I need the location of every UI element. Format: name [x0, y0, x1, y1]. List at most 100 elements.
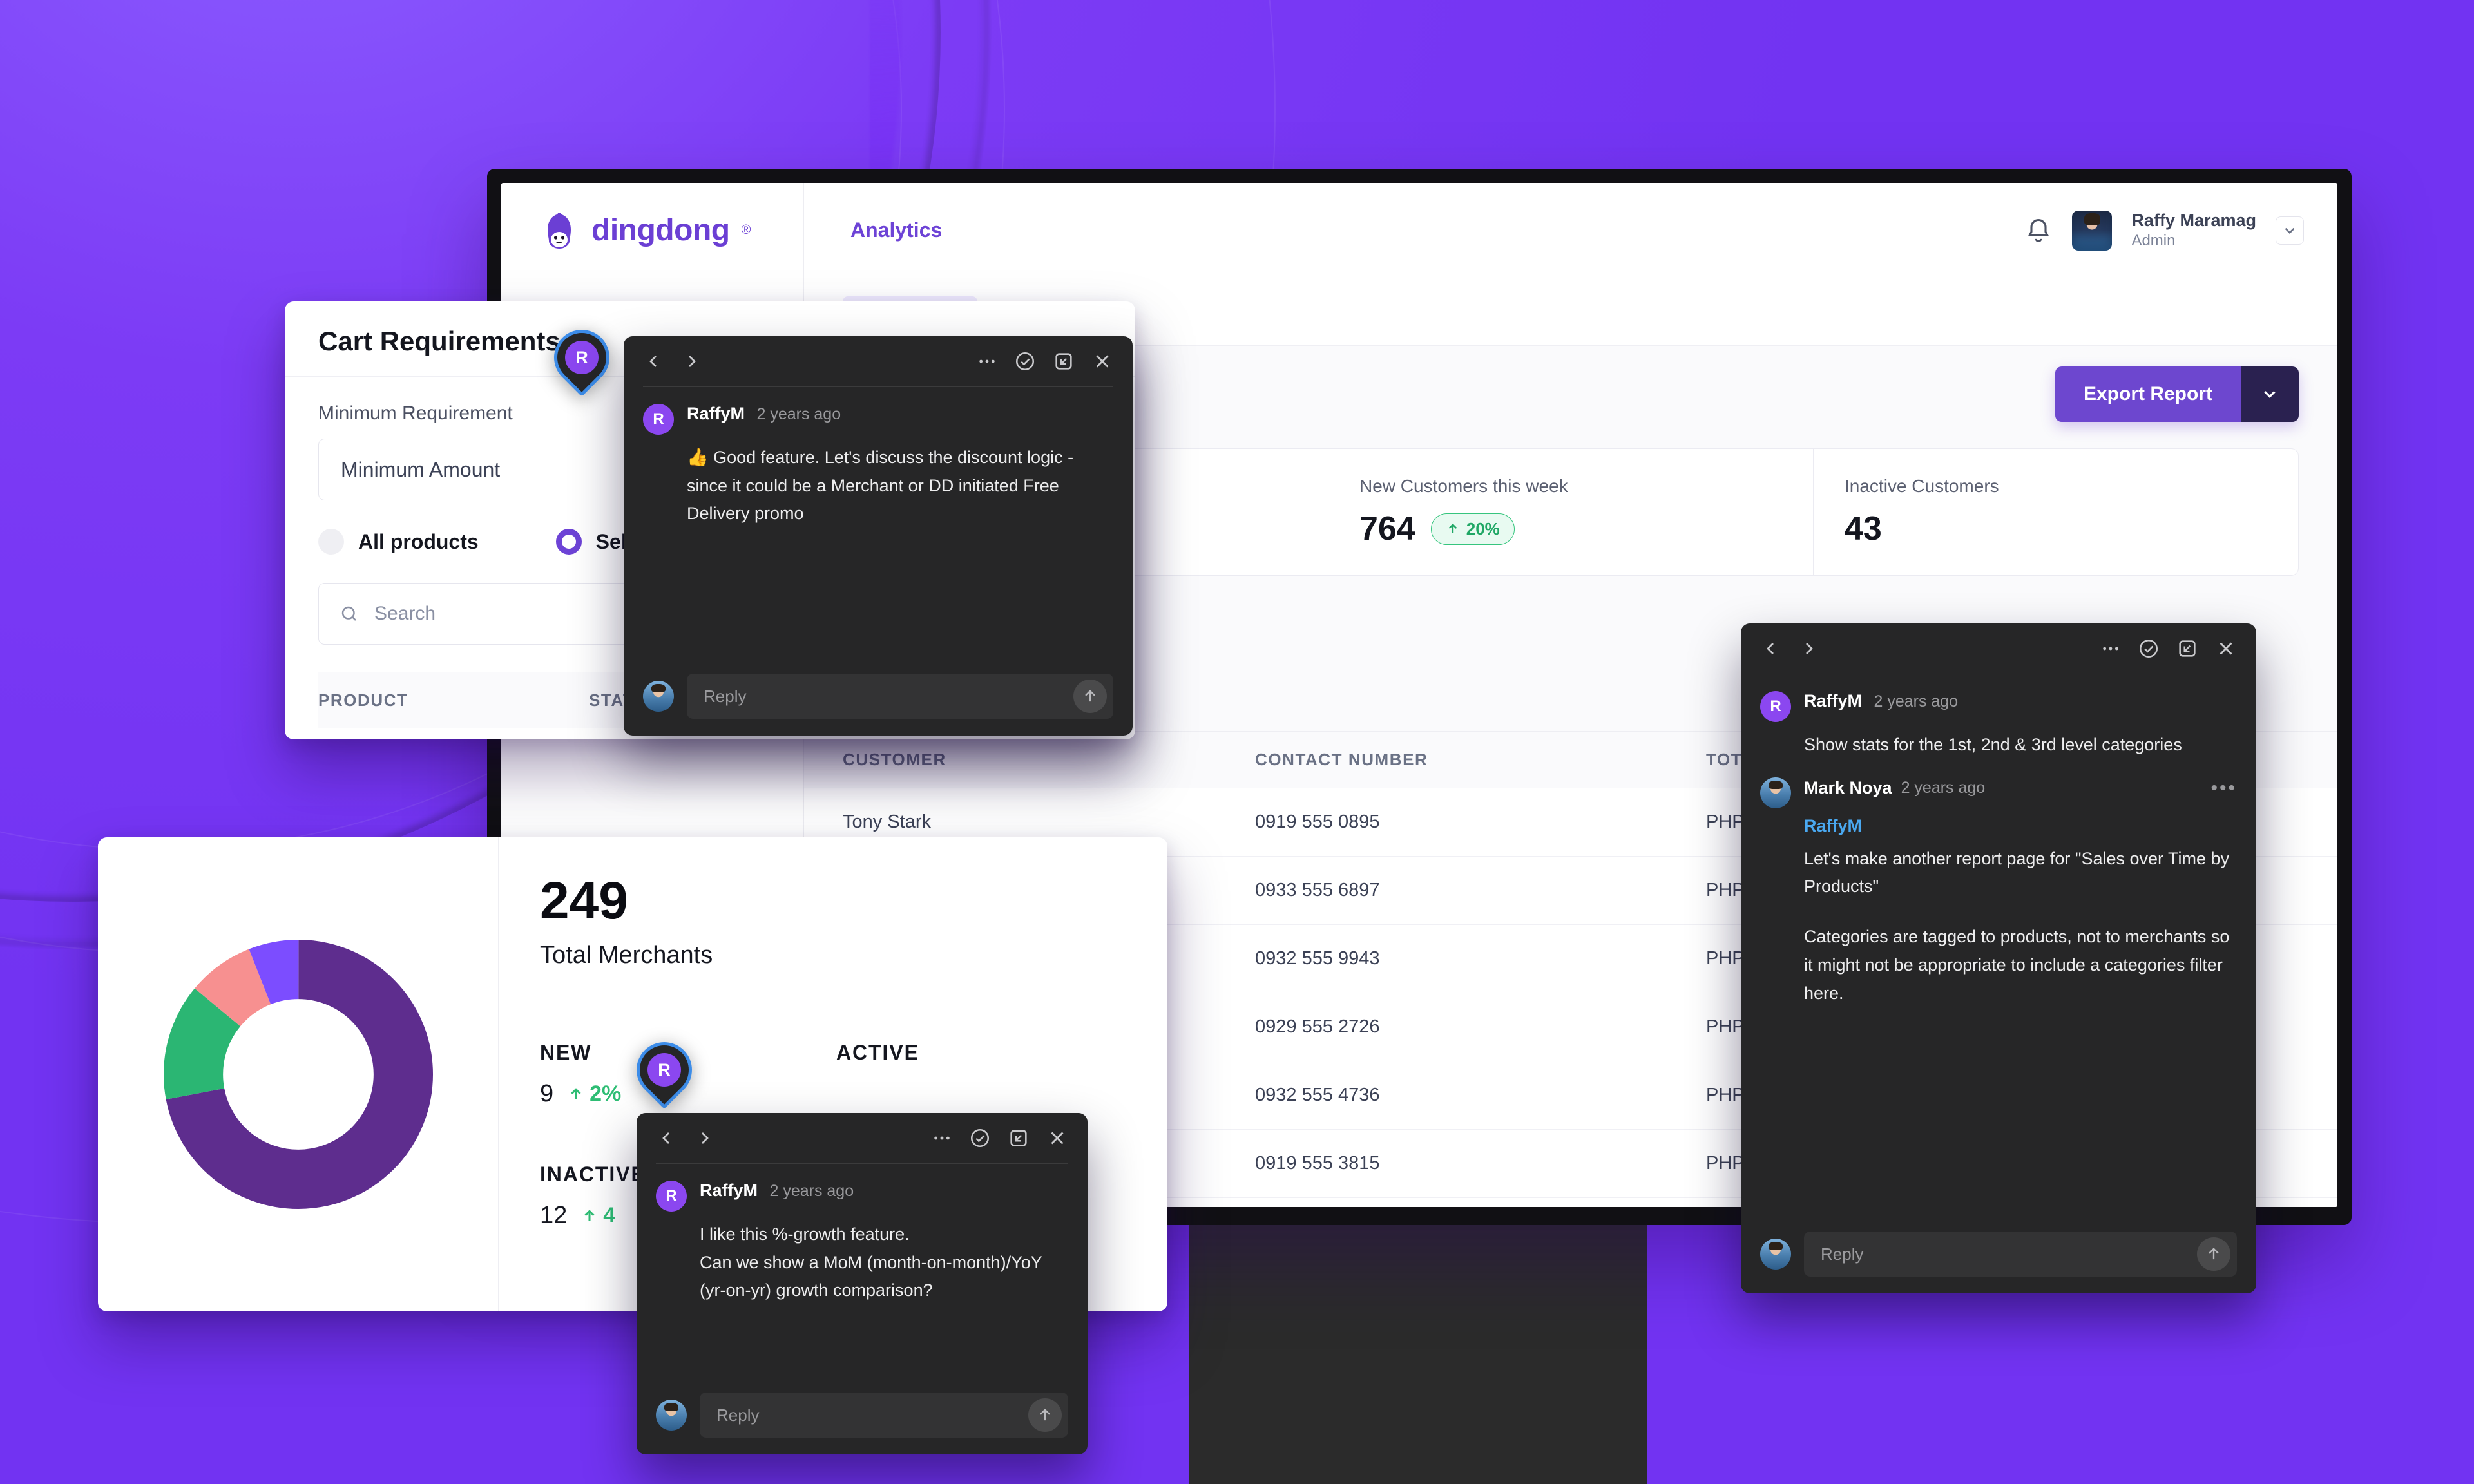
column-header-contact[interactable]: CONTACT NUMBER [1255, 750, 1706, 770]
stat-value: 12 [540, 1202, 568, 1229]
brand-registered-mark: ® [741, 223, 751, 237]
merchants-total-label: Total Merchants [540, 942, 713, 969]
stat-growth-value: 4 [603, 1203, 616, 1228]
brand-logo[interactable]: dingdong ® [501, 183, 804, 278]
nav-analytics[interactable]: Analytics [850, 218, 942, 242]
more-icon[interactable] [932, 1128, 952, 1148]
cell-contact: 0919 555 3815 [1255, 1153, 1380, 1174]
export-report-button[interactable]: Export Report [2055, 366, 2241, 422]
radio-all-products[interactable]: All products [318, 529, 479, 555]
bubble-body: R RaffyM 2 years ago Show stats for the … [1741, 674, 2256, 1007]
status-badge: 20% [1430, 513, 1515, 545]
bubble-header [1741, 623, 2256, 660]
radio-icon [318, 529, 344, 555]
prev-icon[interactable] [656, 1128, 676, 1148]
donut-svg [163, 939, 433, 1210]
check-circle-icon[interactable] [969, 1127, 991, 1149]
prev-icon[interactable] [1760, 638, 1781, 659]
user-name: Raffy Maramag [2131, 210, 2256, 230]
bubble-body: R RaffyM 2 years ago 👍 Good feature. Let… [624, 387, 1133, 528]
avatar [1760, 1239, 1791, 1270]
arrow-up-icon [584, 1209, 595, 1221]
close-icon[interactable] [2215, 638, 2237, 660]
next-icon[interactable] [695, 1128, 715, 1148]
check-circle-icon[interactable] [1014, 350, 1036, 372]
stat-card-inactive-customers: Inactive Customers 43 [1814, 449, 2298, 575]
more-icon[interactable]: ••• [2210, 777, 2237, 799]
search-icon [340, 604, 359, 623]
stat-card-value: 43 [1845, 510, 1882, 547]
send-arrow-up-icon[interactable] [1028, 1398, 1062, 1432]
modal-title: Cart Requirements [318, 326, 561, 356]
reply-placeholder: Reply [1821, 1244, 1864, 1264]
reply-time: 2 years ago [1901, 779, 1986, 797]
expand-icon[interactable] [2176, 638, 2198, 660]
top-right-controls: Raffy Maramag Admin [2024, 183, 2337, 278]
expand-icon[interactable] [1008, 1127, 1030, 1149]
avatar [643, 681, 674, 712]
comment: R RaffyM 2 years ago [1760, 691, 2237, 722]
bubble-nav [1760, 638, 1819, 659]
stat-value: 9 [540, 1080, 554, 1107]
reply-input[interactable]: Reply [687, 674, 1113, 719]
comment-text: I like this %-growth feature. Can we sho… [700, 1224, 1042, 1300]
export-report-chevron-down-icon[interactable] [2241, 366, 2299, 422]
more-icon[interactable] [2100, 638, 2121, 659]
comment-pin-merchants[interactable]: R [625, 1031, 704, 1109]
bubble-actions [2100, 638, 2237, 660]
merchants-donut-chart [98, 837, 499, 1311]
reply-row: Reply [624, 660, 1133, 736]
send-arrow-up-icon[interactable] [1073, 680, 1107, 713]
radio-label: All products [358, 529, 479, 553]
reply-row: Reply [1741, 1217, 2256, 1293]
comment-author: RaffyM [700, 1181, 758, 1200]
cell-contact: 0932 555 9943 [1255, 948, 1380, 969]
more-icon[interactable] [977, 351, 997, 372]
avatar: R [643, 404, 674, 435]
column-header-product[interactable]: PRODUCT [318, 690, 589, 710]
avatar[interactable] [2072, 210, 2113, 251]
brand-name: dingdong [591, 213, 730, 247]
arrow-up-icon [1448, 523, 1457, 533]
reply-author: Mark Noya [1804, 778, 1892, 798]
check-circle-icon[interactable] [2138, 638, 2160, 660]
send-arrow-up-icon[interactable] [2197, 1237, 2230, 1271]
reply-row: Reply [637, 1378, 1088, 1454]
bubble-nav [656, 1128, 715, 1148]
reply-placeholder: Reply [716, 1405, 760, 1425]
pin-avatar-initial: R [647, 1053, 681, 1087]
pin-avatar-initial: R [565, 341, 599, 374]
reply-placeholder: Reply [704, 686, 747, 706]
cell-contact: 0919 555 0895 [1255, 812, 1380, 832]
reply-input[interactable]: Reply [1804, 1232, 2237, 1277]
comment-time: 2 years ago [756, 405, 841, 423]
user-menu-chevron-down-icon[interactable] [2276, 216, 2304, 245]
comment-bubble-cart: R RaffyM 2 years ago 👍 Good feature. Let… [624, 336, 1133, 736]
bubble-body: R RaffyM 2 years ago I like this %-growt… [637, 1164, 1088, 1305]
next-icon[interactable] [682, 351, 702, 372]
stat-growth-value: 2% [590, 1081, 622, 1106]
column-header-customer[interactable]: CUSTOMER [843, 750, 1255, 770]
monitor-stand [1189, 1225, 1647, 1484]
comment-pin-cart[interactable]: R [542, 318, 621, 397]
comment: R RaffyM 2 years ago [656, 1181, 1068, 1212]
expand-icon[interactable] [1053, 350, 1075, 372]
stat-card-label: Inactive Customers [1845, 476, 1999, 496]
reply-input[interactable]: Reply [700, 1393, 1068, 1438]
bell-icon[interactable] [2024, 216, 2053, 245]
comment-bubble-categories: R RaffyM 2 years ago Show stats for the … [1741, 623, 2256, 1293]
bubble-actions [932, 1127, 1068, 1149]
arrow-up-icon [571, 1087, 581, 1099]
bubble-actions [977, 350, 1113, 372]
cell-customer: Tony Stark [843, 812, 931, 832]
user-info: Raffy Maramag Admin [2131, 210, 2256, 251]
prev-icon[interactable] [643, 351, 664, 372]
comment-time: 2 years ago [1874, 692, 1959, 710]
next-icon[interactable] [1799, 638, 1819, 659]
close-icon[interactable] [1091, 350, 1113, 372]
top-navigation: Analytics [804, 183, 2024, 278]
avatar [656, 1400, 687, 1431]
reply-mention[interactable]: RaffyM [1804, 816, 2237, 836]
comment: R RaffyM 2 years ago [643, 404, 1113, 435]
close-icon[interactable] [1046, 1127, 1068, 1149]
